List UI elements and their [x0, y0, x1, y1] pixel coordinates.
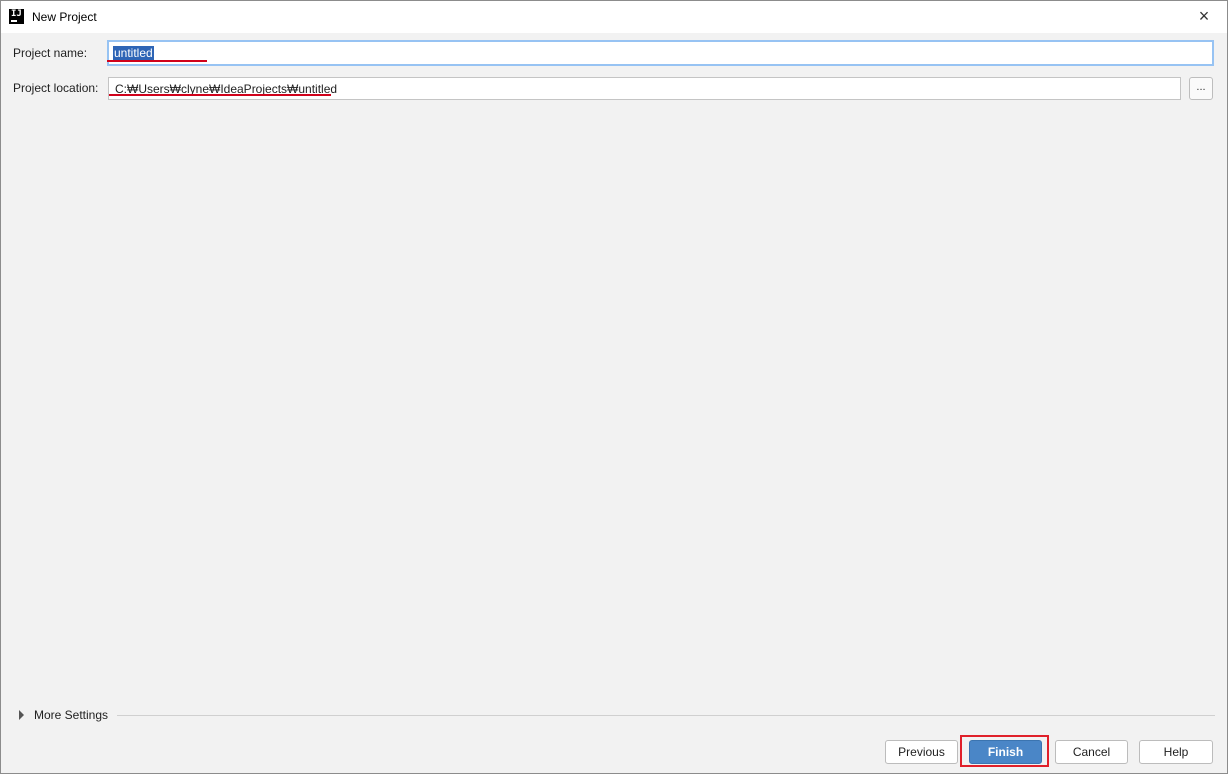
- finish-button[interactable]: Finish: [969, 740, 1042, 764]
- cancel-button[interactable]: Cancel: [1055, 740, 1128, 764]
- triangle-right-icon: [19, 710, 24, 720]
- annotation-underline: [109, 94, 331, 96]
- browse-button[interactable]: ...: [1189, 77, 1213, 100]
- project-name-label: Project name:: [13, 46, 88, 60]
- window-title: New Project: [32, 10, 97, 24]
- divider: [117, 715, 1215, 716]
- annotation-underline: [107, 60, 207, 62]
- project-location-input[interactable]: C:₩Users₩clyne₩IdeaProjects₩untitled: [108, 77, 1181, 100]
- intellij-idea-icon: IJ: [9, 9, 24, 24]
- more-settings-label: More Settings: [34, 708, 109, 722]
- new-project-dialog: IJ New Project × Project name: untitled …: [0, 0, 1228, 774]
- project-name-value: untitled: [113, 46, 154, 60]
- title-bar: IJ New Project ×: [1, 1, 1227, 33]
- help-button[interactable]: Help: [1139, 740, 1213, 764]
- close-icon[interactable]: ×: [1195, 7, 1213, 25]
- project-location-label: Project location:: [13, 81, 99, 95]
- project-name-input[interactable]: untitled: [107, 40, 1214, 66]
- previous-button[interactable]: Previous: [885, 740, 958, 764]
